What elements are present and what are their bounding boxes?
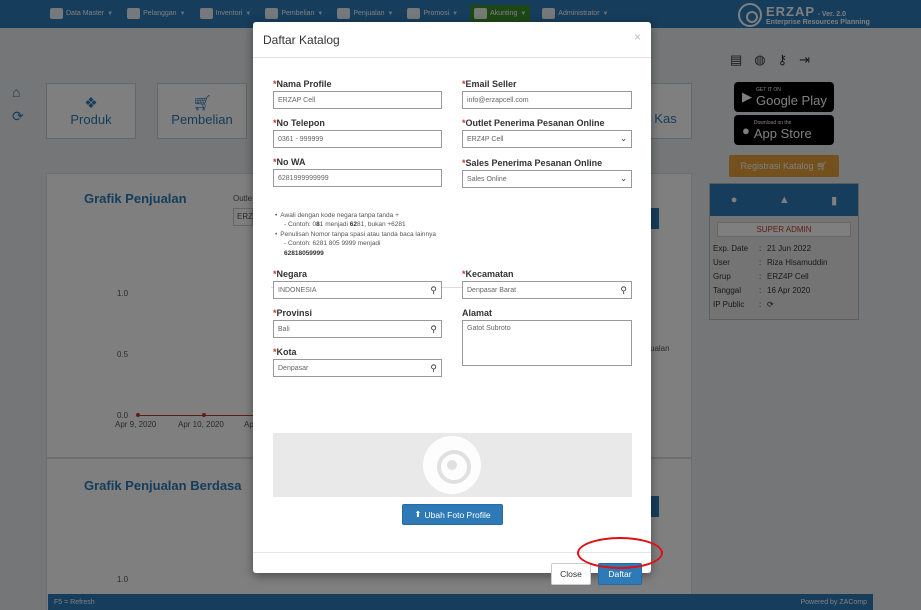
- upload-icon: ⬆: [414, 509, 422, 519]
- field-provinsi: *Provinsi Bali ⚲: [273, 308, 442, 338]
- field-outlet: *Outlet Penerima Pesanan Online ERZ4P Ce…: [462, 118, 632, 148]
- catalog-modal: Daftar Katalog × *Nama Profile ERZAP Cel…: [253, 22, 651, 585]
- field-email-seller: *Email Seller info@erzapcell.com: [462, 79, 632, 109]
- chevron-down-icon: ⌄: [620, 174, 627, 183]
- negara-input[interactable]: INDONESIA ⚲: [273, 281, 442, 299]
- highlight-annotation: [577, 537, 663, 569]
- erzap-logo-icon: [423, 436, 481, 494]
- alamat-textarea[interactable]: Gatot Subroto: [462, 320, 632, 366]
- outlet-select[interactable]: ERZ4P Cell ⌄: [462, 130, 632, 148]
- no-telepon-input[interactable]: 0361 - 999999: [273, 130, 442, 148]
- field-kota: *Kota Denpasar ⚲: [273, 347, 442, 377]
- field-no-wa: *No WA 6281999999999: [273, 157, 442, 187]
- field-no-telepon: *No Telepon 0361 - 999999: [273, 118, 442, 148]
- field-kecamatan: *Kecamatan Denpasar Barat ⚲: [462, 269, 632, 299]
- email-seller-input[interactable]: info@erzapcell.com: [462, 91, 632, 109]
- search-icon[interactable]: ⚲: [430, 285, 437, 296]
- chevron-down-icon: ⌄: [620, 134, 627, 143]
- kota-input[interactable]: Denpasar ⚲: [273, 359, 442, 377]
- modal-header: Daftar Katalog ×: [253, 22, 651, 58]
- kecamatan-input[interactable]: Denpasar Barat ⚲: [462, 281, 632, 299]
- field-alamat: Alamat Gatot Subroto: [462, 308, 632, 366]
- no-wa-input[interactable]: 6281999999999: [273, 169, 442, 187]
- profile-photo-preview: [273, 433, 632, 497]
- sales-select[interactable]: Sales Online ⌄: [462, 170, 632, 188]
- search-icon[interactable]: ⚲: [620, 285, 627, 296]
- nama-profile-input[interactable]: ERZAP Cell: [273, 91, 442, 109]
- wa-hint: • Awali dengan kode negara tanpa tanda + …: [275, 212, 437, 257]
- close-button[interactable]: Close: [551, 563, 591, 585]
- field-negara: *Negara INDONESIA ⚲: [273, 269, 442, 299]
- search-icon[interactable]: ⚲: [430, 363, 437, 374]
- modal-title: Daftar Katalog: [263, 33, 340, 47]
- field-nama-profile: *Nama Profile ERZAP Cell: [273, 79, 442, 109]
- upload-photo-button[interactable]: ⬆ Ubah Foto Profile: [402, 504, 503, 525]
- search-icon[interactable]: ⚲: [430, 324, 437, 335]
- close-icon[interactable]: ×: [634, 30, 641, 44]
- field-sales: *Sales Penerima Pesanan Online Sales Onl…: [462, 158, 632, 188]
- provinsi-input[interactable]: Bali ⚲: [273, 320, 442, 338]
